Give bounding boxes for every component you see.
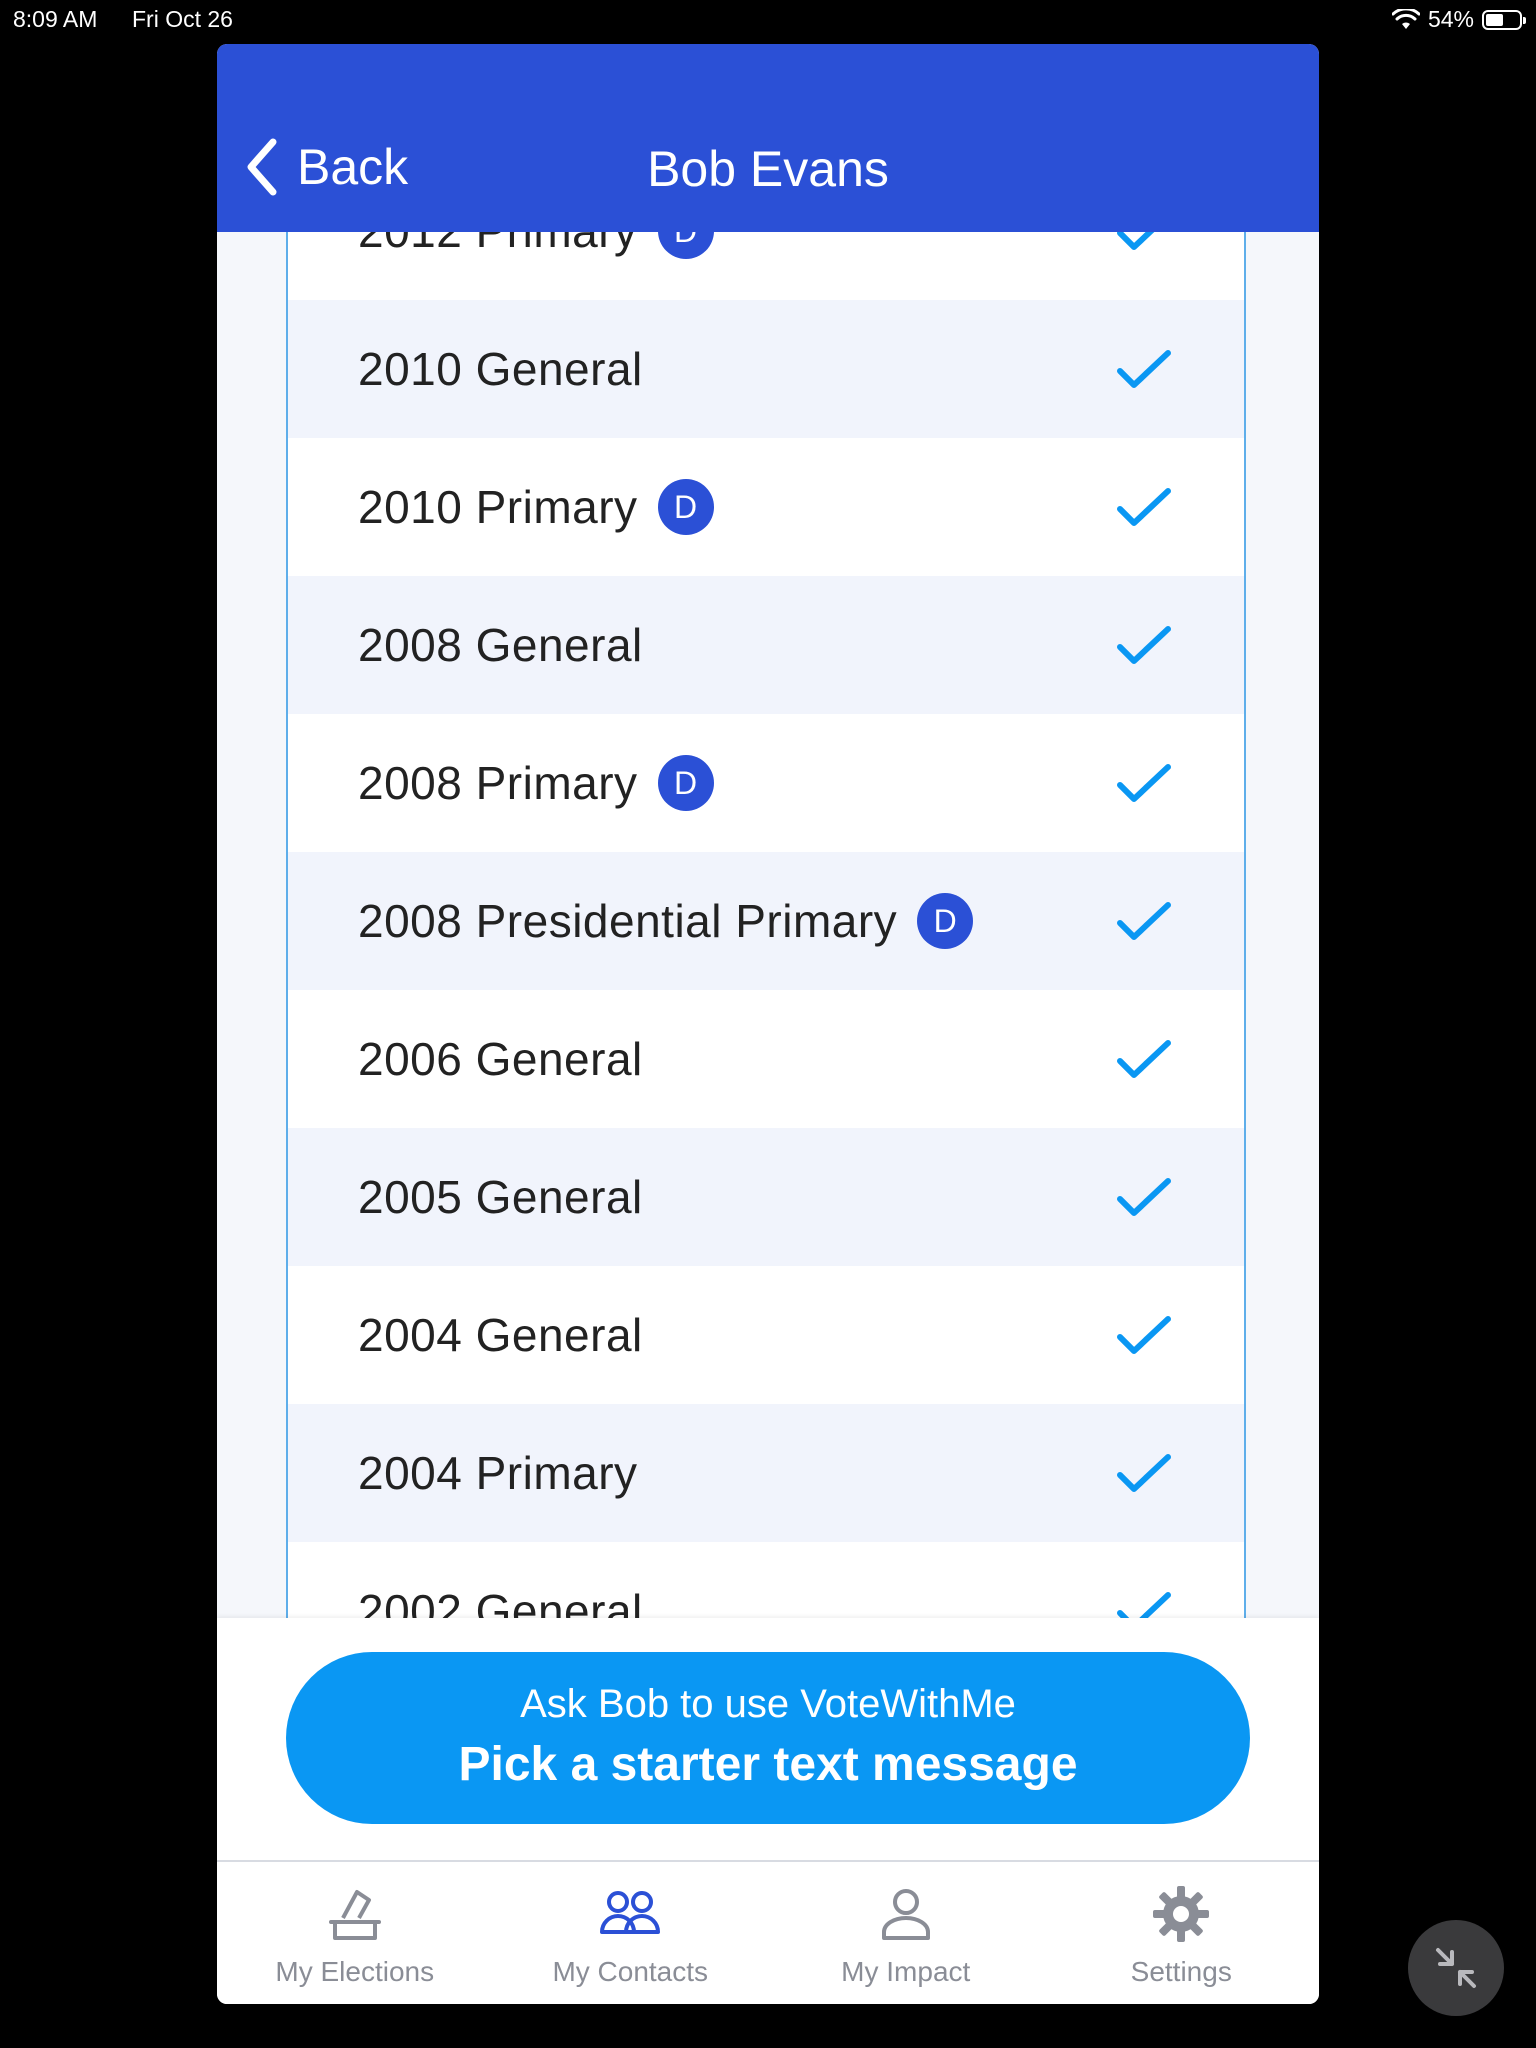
election-label: 2010 General [358, 343, 643, 395]
wifi-icon [1391, 8, 1420, 29]
status-date: Fri Oct 26 [132, 6, 233, 32]
page-title: Bob Evans [647, 141, 889, 197]
party-badge: D [657, 755, 714, 811]
battery-icon [1482, 9, 1526, 30]
checkmark-icon [1117, 350, 1171, 388]
election-label: 2010 Primary [358, 481, 638, 533]
election-label: 2008 Primary [358, 757, 638, 809]
election-row: 2012 Primary D [288, 232, 1244, 300]
election-label: 2008 General [358, 619, 643, 671]
election-label: 2004 General [358, 1309, 643, 1361]
status-time: 8:09 AM [13, 6, 98, 32]
tab-my-elections[interactable]: My Elections [217, 1862, 493, 2004]
tab-label: My Impact [841, 1956, 971, 1987]
tab-label: Settings [1130, 1956, 1232, 1987]
election-row: 2008 Presidential Primary D [288, 852, 1244, 990]
tab-my-impact[interactable]: My Impact [768, 1862, 1044, 2004]
nav-header: Back Bob Evans [217, 44, 1319, 232]
checkmark-icon [1117, 488, 1171, 526]
checkmark-icon [1117, 764, 1171, 802]
checkmark-icon [1117, 626, 1171, 664]
gear-icon [1153, 1886, 1210, 1942]
app-window: Back Bob Evans 2012 Primary D 2010 General… [217, 44, 1319, 2004]
election-row: 2005 General [288, 1128, 1244, 1266]
party-badge: D [917, 893, 974, 949]
checkmark-icon [1117, 1316, 1171, 1354]
checkmark-icon [1117, 902, 1171, 940]
election-rows: 2012 PrimaryD2010 General2010 PrimaryD20… [288, 232, 1244, 1662]
election-row: 2008 Primary D [288, 714, 1244, 852]
cta-title: Pick a starter text message [458, 1738, 1078, 1791]
cta-panel: Ask Bob to use VoteWithMe Pick a starter… [217, 1618, 1319, 1860]
election-row: 2010 Primary D [288, 438, 1244, 576]
party-badge: D [657, 479, 714, 535]
starter-message-button[interactable]: Ask Bob to use VoteWithMe Pick a starter… [286, 1652, 1250, 1824]
election-label: 2006 General [358, 1033, 643, 1085]
status-bar: 8:09 AM Fri Oct 26 54% [0, 0, 1536, 40]
collapse-button[interactable] [1408, 1920, 1504, 2016]
ballot-box-icon [328, 1890, 381, 1940]
election-label: 2004 Primary [358, 1447, 638, 1499]
tab-label: My Contacts [552, 1956, 709, 1987]
tab-settings[interactable]: Settings [1044, 1862, 1320, 2004]
election-row: 2004 General [288, 1266, 1244, 1404]
status-right: 54% [1391, 6, 1526, 33]
election-row: 2008 General [288, 576, 1244, 714]
collapse-arrows-icon [1436, 1948, 1476, 1988]
tab-bar: My Elections My Contacts My Impact Setti… [217, 1860, 1319, 2004]
election-label: 2012 Primary [358, 232, 638, 258]
checkmark-icon [1117, 1454, 1171, 1492]
election-row: 2006 General [288, 990, 1244, 1128]
person-icon [881, 1889, 930, 1940]
tab-my-contacts[interactable]: My Contacts [493, 1862, 769, 2004]
battery-percent: 54% [1427, 6, 1474, 32]
election-history-list[interactable]: 2012 PrimaryD2010 General2010 PrimaryD20… [286, 232, 1246, 1662]
tab-label: My Elections [275, 1956, 435, 1987]
election-label: 2008 Presidential Primary [358, 895, 898, 947]
election-row: 2004 Primary [288, 1404, 1244, 1542]
election-row: 2010 General [288, 300, 1244, 438]
cta-subtitle: Ask Bob to use VoteWithMe [520, 1682, 1016, 1726]
party-badge: D [657, 232, 714, 259]
checkmark-icon [1117, 1178, 1171, 1216]
checkmark-icon [1117, 1040, 1171, 1078]
contacts-icon [600, 1891, 661, 1934]
checkmark-icon [1117, 232, 1155, 250]
election-label: 2005 General [358, 1171, 643, 1223]
